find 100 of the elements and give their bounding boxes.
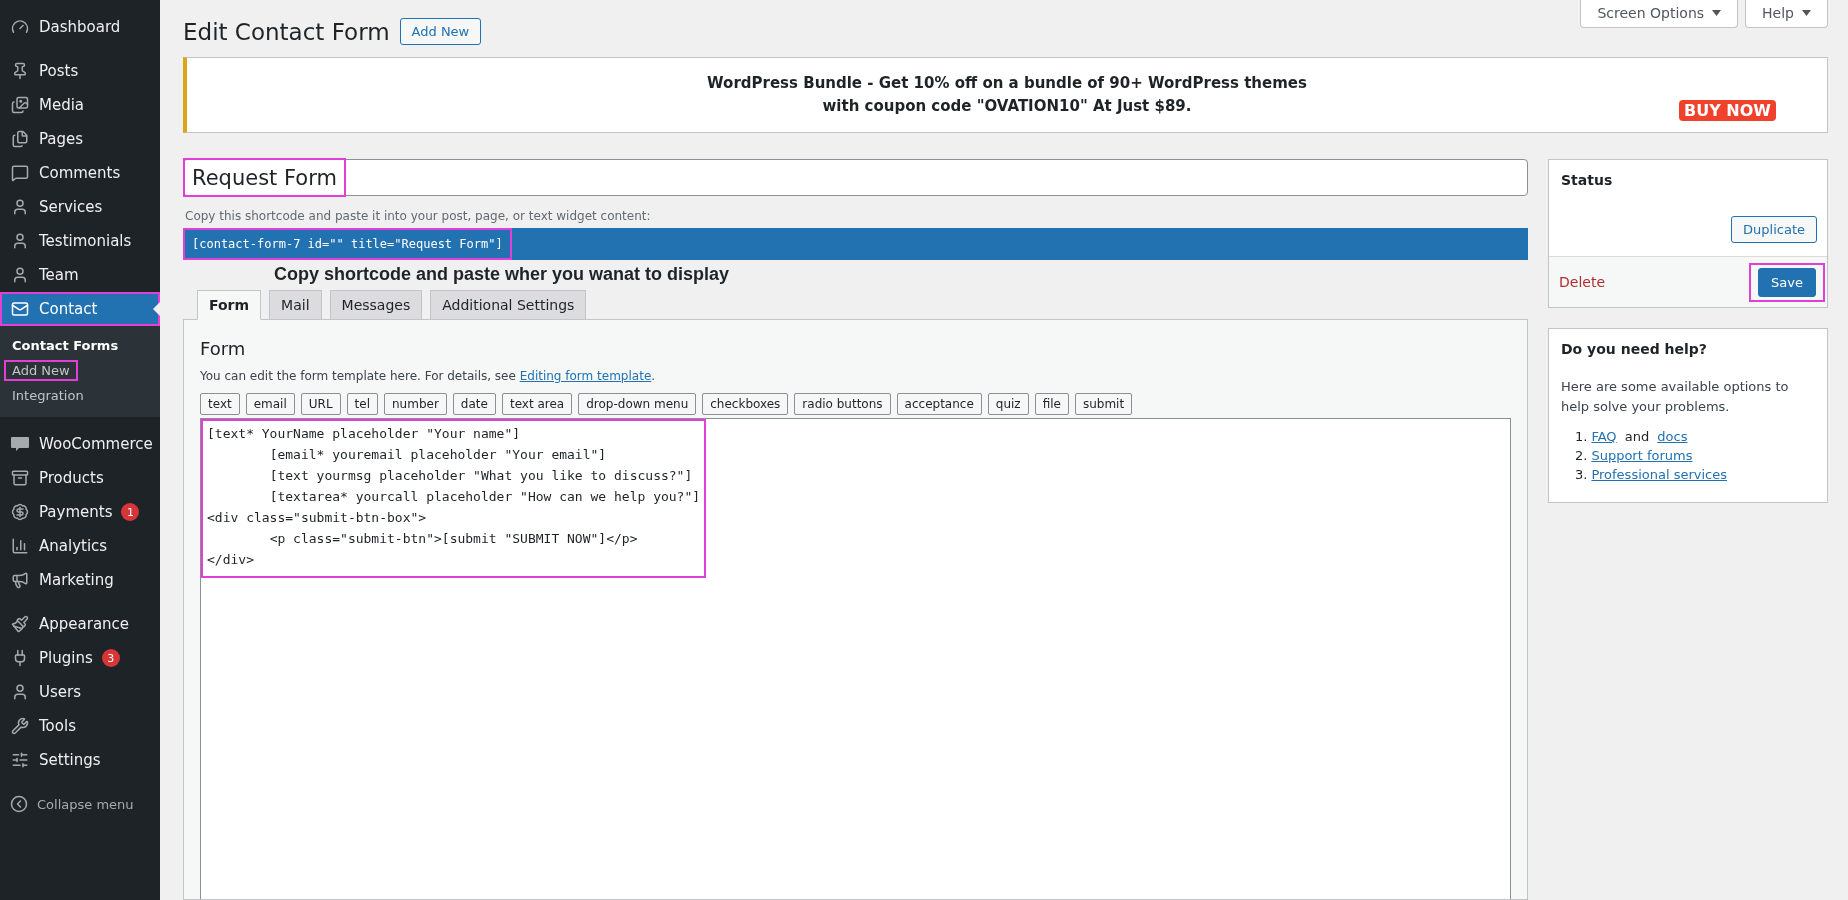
sidebar-label: Media	[39, 96, 85, 114]
sidebar-item[interactable]: Testimonials	[0, 224, 160, 258]
add-new-button[interactable]: Add New	[399, 18, 482, 45]
page-title: Edit Contact Form	[183, 18, 390, 45]
collapse-menu-button[interactable]: Collapse menu	[0, 787, 160, 821]
screen-tab-button[interactable]: Screen Options	[1580, 0, 1739, 28]
sidebar-label: Products	[39, 469, 104, 487]
sidebar-item[interactable]: Products	[0, 461, 160, 495]
comment-icon	[11, 164, 29, 182]
sidebar-label: Tools	[39, 717, 76, 735]
sidebar-item[interactable]: Plugins 3	[0, 641, 160, 675]
banner-text: with coupon code "OVATION10" At Just $89.	[822, 96, 1192, 117]
sidebar-item[interactable]: Pages	[0, 122, 160, 156]
sidebar-label: Plugins	[39, 649, 93, 667]
sidebar-item[interactable]: Payments 1	[0, 495, 160, 529]
tag-generator-button[interactable]: acceptance	[896, 393, 982, 415]
tag-generator-button[interactable]: file	[1034, 393, 1069, 415]
sidebar-item[interactable]: Appearance	[0, 607, 160, 641]
archive-icon	[11, 469, 29, 487]
sidebar-label: WooCommerce	[39, 435, 153, 453]
tab[interactable]: Messages	[329, 290, 423, 320]
tag-generator-button[interactable]: date	[452, 393, 496, 415]
tag-generator-button[interactable]: tel	[346, 393, 378, 415]
dollar-icon	[11, 503, 29, 521]
sidebar-label: Contact	[39, 300, 98, 318]
tag-generator-button[interactable]: checkboxes	[702, 393, 789, 415]
code-text: [text* YourName placeholder "Your name"] [email* youremail placeholder "Your email"] [text yourmsg placeholder "What you like to discuss?"] [textarea* yourcall placeholder "How can we help you?"] <div class="submit-btn-box"> <p class="submit-btn">[submit "SUBMIT NOW"]</p> </div>	[203, 421, 705, 576]
buy-now-button[interactable]: BUY NOW	[1679, 100, 1776, 121]
submenu-item[interactable]: Integration	[2, 383, 94, 408]
box-title: Do you need help?	[1560, 340, 1708, 357]
tab[interactable]: Additional Settings	[430, 290, 587, 320]
sidebar-label: Users	[39, 683, 81, 701]
submenu-item[interactable]: Add New	[4, 360, 78, 381]
tab[interactable]: Mail	[269, 290, 322, 320]
sliders-icon	[11, 751, 29, 769]
sidebar-item[interactable]: Team	[0, 258, 160, 292]
shortcode-hint: Copy this shortcode and paste it into your post, page, or text widget content:	[185, 209, 652, 223]
list-number: 3.	[1575, 467, 1588, 482]
sidebar-item[interactable]: Tools	[0, 709, 160, 743]
sidebar-item[interactable]: Comments	[0, 156, 160, 190]
save-button[interactable]: Save	[1758, 267, 1816, 297]
sidebar-label: Testimonials	[39, 232, 132, 250]
sidebar-label: Team	[39, 266, 79, 284]
sidebar-item[interactable]: Users	[0, 675, 160, 709]
sidebar-label: Marketing	[39, 571, 114, 589]
sidebar-item[interactable]: Marketing	[0, 563, 160, 597]
tag-generator-button[interactable]: URL	[300, 393, 341, 415]
sidebar-item[interactable]: Analytics	[0, 529, 160, 563]
wrench-icon	[11, 717, 29, 735]
count-badge: 1	[121, 503, 140, 521]
help-intro: Here are some available options to help solve your problems.	[1561, 378, 1790, 416]
title-field[interactable]: Request Form	[183, 159, 1528, 196]
caret-icon	[1802, 10, 1811, 16]
brush-icon	[11, 615, 29, 633]
shortcode-field[interactable]: [contact-form-7 id="" title="Request Form"]	[183, 228, 1528, 260]
tag-generator-button[interactable]: email	[245, 393, 295, 415]
duplicate-button[interactable]: Duplicate	[1731, 216, 1817, 243]
banner-text: WordPress Bundle - Get 10% off on a bundle of 90+ WordPress themes	[707, 73, 1307, 94]
sidebar-item[interactable]: Services	[0, 190, 160, 224]
tag-generator-button[interactable]: number	[384, 393, 447, 415]
tab[interactable]: Form	[197, 290, 262, 320]
sidebar-item[interactable]: WooCommerce	[0, 427, 160, 461]
tag-generator-button[interactable]: text area	[501, 393, 573, 415]
panel-heading: Form	[200, 338, 247, 359]
help-link[interactable]: FAQ	[1591, 429, 1617, 444]
tag-generator-button[interactable]: text	[200, 393, 240, 415]
tag-generator-button[interactable]: drop-down menu	[578, 393, 697, 415]
tag-generator-button[interactable]: quiz	[987, 393, 1029, 415]
shortcode-text: [contact-form-7 id="" title="Request Form"]	[183, 228, 512, 260]
sidebar-label: Pages	[39, 130, 84, 148]
sidebar-item[interactable]: Posts	[0, 54, 160, 88]
sidebar-item[interactable]: Contact	[0, 292, 160, 326]
user-icon	[11, 232, 29, 250]
sidebar-item[interactable]: Dashboard	[0, 10, 160, 44]
tag-generator-button[interactable]: submit	[1074, 393, 1133, 415]
sidebar-label: Services	[39, 198, 103, 216]
delete-link[interactable]: Delete	[1559, 274, 1605, 290]
help-link[interactable]: docs	[1657, 429, 1688, 444]
sidebar-label: Posts	[39, 62, 79, 80]
caret-icon	[1712, 10, 1722, 16]
submenu-item[interactable]: Contact Forms	[2, 333, 129, 358]
user-icon	[11, 683, 29, 701]
user-icon	[11, 266, 29, 284]
sidebar-item[interactable]: Media	[0, 88, 160, 122]
help-text: and	[1623, 429, 1651, 444]
media-icon	[11, 96, 29, 114]
panel-description: You can edit the form template here. For details, see Editing form template.	[200, 369, 657, 383]
tag-generator-button[interactable]: radio buttons	[794, 393, 891, 415]
megaphone-icon	[11, 571, 29, 589]
list-number: 2.	[1575, 448, 1588, 463]
sidebar-item[interactable]: Settings	[0, 743, 160, 777]
screen-tab-button[interactable]: Help	[1745, 0, 1828, 28]
help-link[interactable]: Professional services	[1591, 467, 1727, 482]
code-editor[interactable]	[200, 418, 1511, 899]
gauge-icon	[11, 18, 29, 36]
bar-chart-icon	[11, 537, 29, 555]
sidebar-label: Dashboard	[39, 18, 121, 36]
chat-bubble-icon	[10, 436, 30, 452]
help-link[interactable]: Support forums	[1591, 448, 1693, 463]
box-title: Status	[1560, 171, 1614, 188]
